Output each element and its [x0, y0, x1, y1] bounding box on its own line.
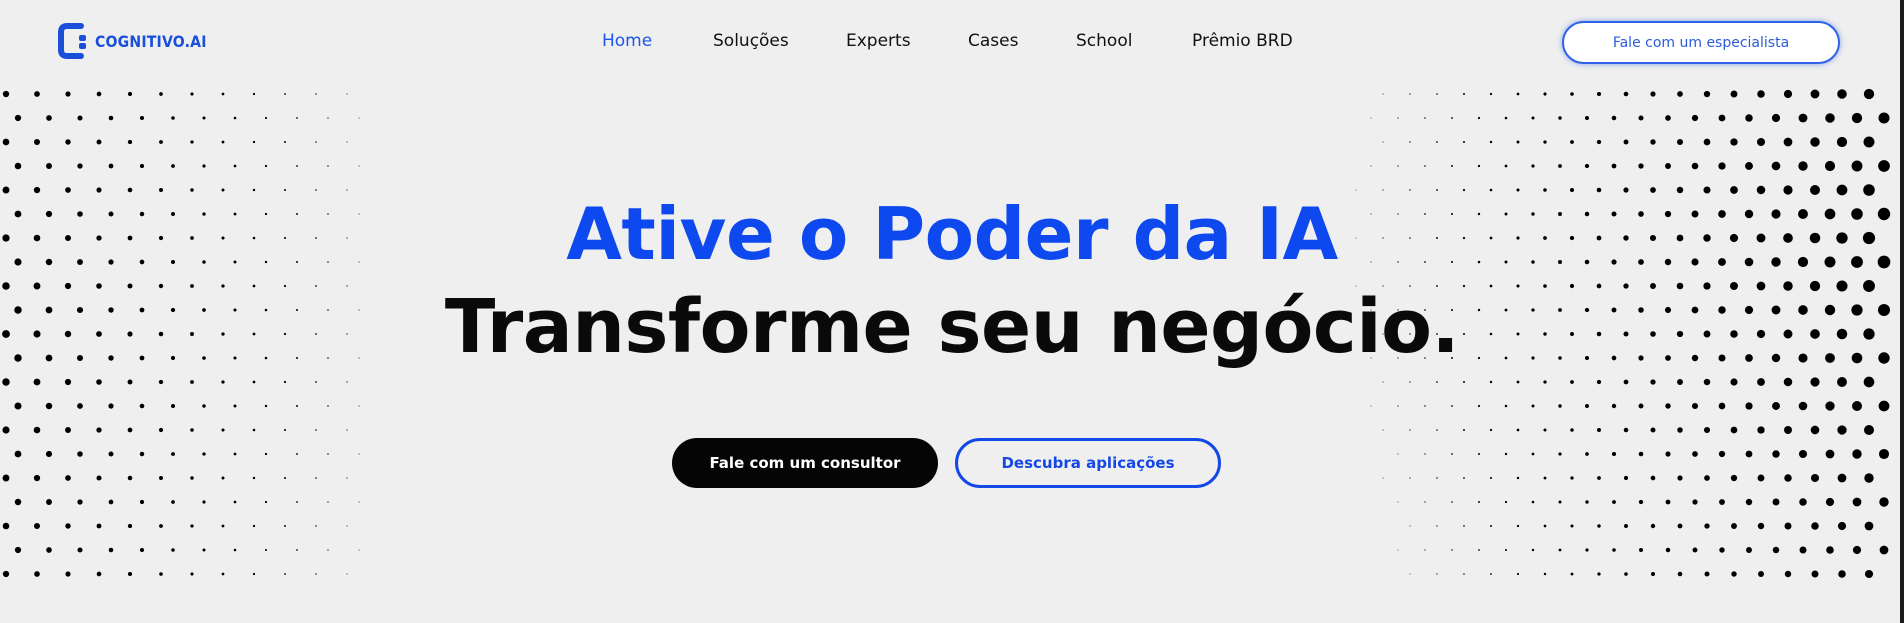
landing-page: COGNITIVO.AI Home Soluções Experts Cases…	[0, 0, 1904, 623]
talk-to-consultant-button[interactable]: Fale com um consultor	[672, 438, 938, 488]
nav-item-premio-brd[interactable]: Prêmio BRD	[1192, 28, 1293, 54]
nav-item-experts[interactable]: Experts	[846, 28, 911, 54]
hero-title: Ative o Poder da IA	[566, 192, 1338, 276]
nav-item-home[interactable]: Home	[602, 28, 652, 54]
nav-item-school[interactable]: School	[1076, 28, 1132, 54]
discover-applications-button[interactable]: Descubra aplicações	[955, 438, 1221, 488]
hero-subtitle: Transforme seu negócio.	[444, 284, 1460, 370]
nav-item-solucoes[interactable]: Soluções	[713, 28, 789, 54]
talk-to-specialist-button[interactable]: Fale com um especialista	[1562, 21, 1840, 64]
nav-item-cases[interactable]: Cases	[968, 28, 1018, 54]
